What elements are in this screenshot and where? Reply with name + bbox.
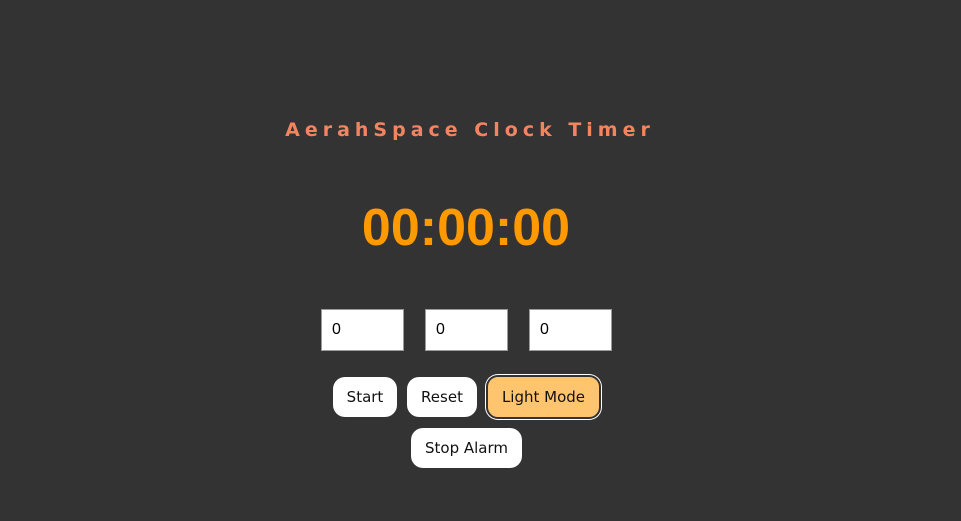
hours-input[interactable] bbox=[321, 309, 404, 351]
minutes-input[interactable] bbox=[425, 309, 508, 351]
time-inputs bbox=[321, 309, 612, 351]
seconds-input[interactable] bbox=[529, 309, 612, 351]
stop-alarm-button[interactable]: Stop Alarm bbox=[411, 428, 522, 468]
timer-display: 00:00:00 bbox=[361, 199, 571, 257]
light-mode-button[interactable]: Light Mode bbox=[486, 375, 601, 419]
timer-page: AerahSpace Clock Timer 00:00:00 Start Re… bbox=[0, 0, 961, 521]
start-button[interactable]: Start bbox=[333, 377, 397, 417]
app-title: AerahSpace Clock Timer bbox=[285, 119, 655, 141]
reset-button[interactable]: Reset bbox=[407, 377, 477, 417]
